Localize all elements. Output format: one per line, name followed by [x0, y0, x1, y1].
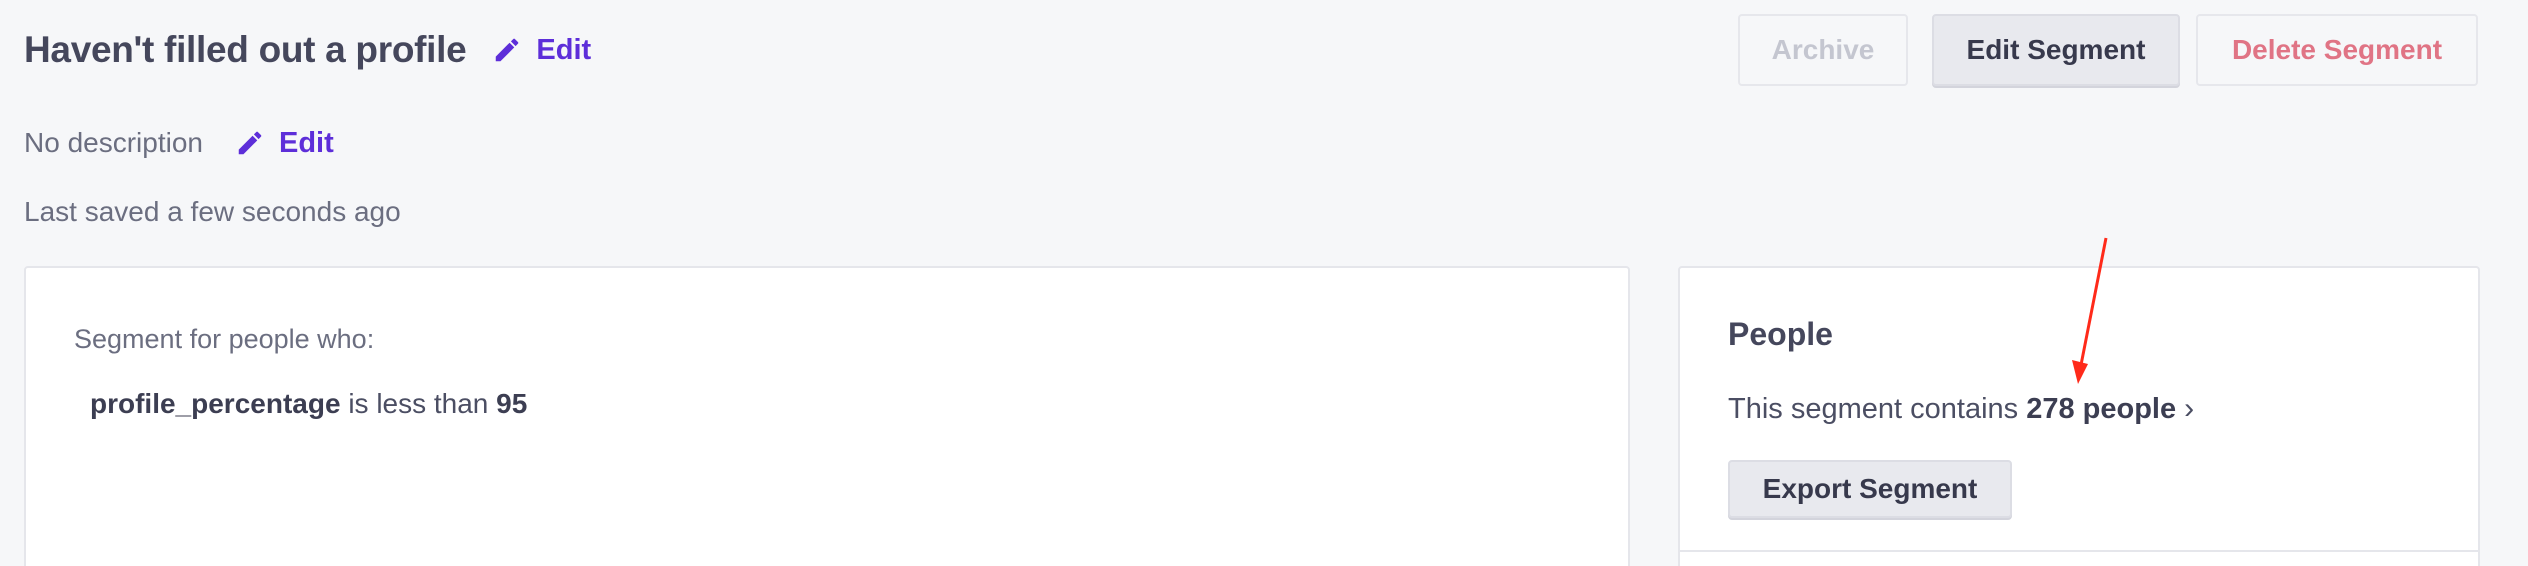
pencil-icon	[496, 38, 519, 62]
edit-title-label: Edit	[536, 33, 592, 66]
rule-field: profile_percentage	[90, 388, 341, 419]
red-arrow-annotation	[2072, 237, 2108, 384]
people-count-link[interactable]: This segment contains 278 people ›	[1728, 392, 2194, 426]
last-saved-status: Last saved a few seconds ago	[24, 196, 401, 227]
rule-value: 95	[496, 388, 528, 419]
title-row: Haven't filled out a profile Edit	[24, 20, 591, 80]
delete-segment-button[interactable]: Delete Segment	[2196, 14, 2478, 86]
edit-description-link[interactable]: Edit	[235, 127, 334, 160]
chevron-right-icon: ›	[2184, 392, 2195, 425]
people-count-prefix: This segment contains	[1728, 393, 2019, 425]
archive-button[interactable]: Archive	[1738, 14, 1908, 86]
edit-segment-button[interactable]: Edit Segment	[1932, 14, 2180, 86]
segment-intro-label: Segment for people who:	[74, 324, 375, 354]
segment-definition-card: Segment for people who: profile_percenta…	[24, 266, 1630, 566]
export-segment-button[interactable]: Export Segment	[1728, 460, 2012, 518]
edit-description-label: Edit	[278, 126, 334, 159]
page-title: Haven't filled out a profile	[24, 29, 467, 70]
card-divider	[1680, 550, 2478, 552]
edit-title-link[interactable]: Edit	[492, 34, 591, 67]
description-row: No description Edit	[24, 118, 334, 168]
pencil-icon	[238, 131, 262, 155]
segment-detail-page: Haven't filled out a profile Edit No des…	[0, 0, 2528, 566]
people-title: People	[1728, 316, 1833, 352]
people-count-value: 278 people	[2026, 393, 2177, 425]
description-text: No description	[24, 127, 203, 158]
rule-operator: is less than	[348, 388, 489, 419]
segment-rule: profile_percentage is less than 95	[90, 388, 527, 420]
